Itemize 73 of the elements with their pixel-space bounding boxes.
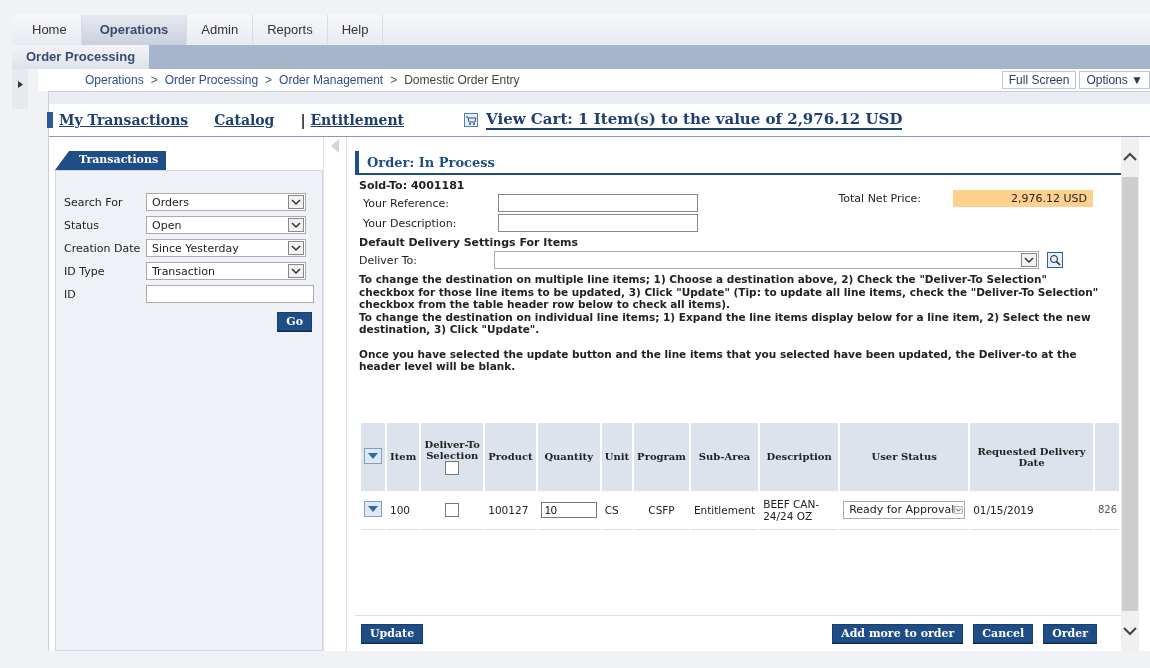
column-header: Description bbox=[760, 422, 839, 491]
table-cell: 01/15/2019 bbox=[970, 490, 1093, 530]
expand-all-icon[interactable] bbox=[364, 447, 382, 464]
column-header: Sub-Area bbox=[690, 422, 759, 491]
breadcrumb-separator: > bbox=[150, 73, 158, 87]
expand-arrow-icon[interactable] bbox=[17, 81, 23, 88]
sub-tab[interactable]: Order Processing bbox=[12, 45, 150, 69]
field-label: ID Type bbox=[64, 264, 106, 278]
cart-icon[interactable] bbox=[464, 113, 479, 127]
column-header: Unit bbox=[601, 422, 633, 491]
column-header: Program bbox=[634, 422, 689, 491]
breadcrumb-separator: > bbox=[265, 73, 273, 87]
input-field[interactable] bbox=[498, 214, 698, 232]
breadcrumb-current: Domestic Order Entry bbox=[404, 73, 520, 87]
header-button[interactable]: Options ▼ bbox=[1079, 71, 1150, 89]
field-label: ID bbox=[64, 287, 77, 301]
action-button[interactable]: Add more to order bbox=[832, 624, 964, 643]
input-field[interactable] bbox=[498, 194, 698, 212]
breadcrumb-separator: > bbox=[390, 73, 398, 87]
nav-tab[interactable]: Operations bbox=[81, 15, 188, 45]
table-cell: BEEF CAN-24/24 OZ bbox=[760, 490, 839, 530]
view-cart-link[interactable]: View Cart: 1 Item(s) to the value of 2,976.12 USD bbox=[486, 110, 903, 130]
sold-to-label: Sold-To: 4001181 bbox=[359, 179, 466, 192]
dropdown[interactable]: Orders bbox=[146, 193, 306, 211]
expand-row-icon[interactable] bbox=[364, 500, 382, 517]
nav-link[interactable]: Catalog bbox=[214, 112, 275, 128]
checkbox[interactable] bbox=[445, 502, 460, 517]
total-label: Total Net Price: bbox=[838, 191, 921, 205]
instruction-text: To change the destination on multiple line items; 1) Choose a destination above, 2) Check the "Deliver-To Selection" checkbox for those line items to be updated, 3) Click "Update" (Tip: to update all line items, check the "Deliver-To Selection" checkbox from the table header row below to check all items). bbox=[359, 273, 1099, 311]
go-button[interactable]: Go bbox=[277, 312, 312, 331]
column-header: Quantity bbox=[537, 422, 600, 491]
field-label: Your Description: bbox=[363, 216, 458, 230]
column-header: User Status bbox=[840, 422, 969, 491]
instruction-text: Once you have selected the update button and the line items that you selected have been updated, the Deliver-to at the header level will be blank. bbox=[359, 346, 1078, 373]
total-value: 2,976.12 USD bbox=[953, 189, 1093, 207]
column-header: Product bbox=[485, 422, 536, 491]
breadcrumb-link[interactable]: Operations bbox=[85, 73, 144, 87]
table-cell: 826 bbox=[1094, 490, 1119, 530]
search-icon[interactable] bbox=[1047, 252, 1063, 268]
nav-link[interactable]: Entitlement bbox=[310, 112, 405, 128]
checkbox[interactable] bbox=[445, 460, 460, 475]
scrollbar[interactable] bbox=[1121, 137, 1139, 651]
column-header: Item bbox=[387, 422, 420, 491]
quantity-field[interactable]: 10 bbox=[540, 501, 597, 518]
dropdown[interactable]: Since Yesterday bbox=[146, 239, 306, 257]
instruction-text: To change the destination on individual line items; 1) Expand the line items display below for a line item, 2) Select the new destination, 3) Click "Update". bbox=[359, 310, 1092, 336]
action-button[interactable]: Order bbox=[1043, 624, 1097, 643]
header-button[interactable]: Full Screen bbox=[1001, 71, 1077, 89]
column-header: Deliver-To Selection bbox=[424, 438, 481, 461]
panel-tab[interactable]: Transactions bbox=[55, 151, 167, 170]
breadcrumb-link[interactable]: Order Management bbox=[279, 73, 384, 87]
field-label: Creation Date bbox=[64, 241, 142, 255]
dropdown[interactable]: Ready for Approval bbox=[843, 500, 966, 519]
breadcrumb-link[interactable]: Order Processing bbox=[164, 73, 259, 87]
dropdown[interactable]: Transaction bbox=[146, 262, 306, 280]
table-cell: CS bbox=[601, 490, 633, 530]
dropdown[interactable]: Open bbox=[146, 216, 306, 234]
section-heading: Default Delivery Settings For Items bbox=[358, 235, 580, 249]
separator-text: | bbox=[300, 112, 307, 128]
field-label: Status bbox=[64, 218, 101, 232]
field-label: Deliver To: bbox=[359, 253, 418, 267]
section-title: Order: In Process bbox=[355, 151, 1121, 175]
nav-link[interactable]: My Transactions bbox=[47, 112, 189, 128]
column-header: Requested Delivery Date bbox=[970, 422, 1093, 491]
field-label: Your Reference: bbox=[363, 196, 451, 210]
table-cell: Entitlement bbox=[690, 490, 759, 530]
action-button[interactable]: Update bbox=[361, 624, 424, 643]
table-cell: CSFP bbox=[634, 490, 689, 530]
action-button[interactable]: Cancel bbox=[973, 624, 1034, 643]
field-label: Search For bbox=[64, 195, 124, 209]
input-field[interactable] bbox=[146, 285, 314, 303]
table-cell: 100127 bbox=[485, 490, 536, 530]
table-cell: 100 bbox=[387, 490, 420, 530]
